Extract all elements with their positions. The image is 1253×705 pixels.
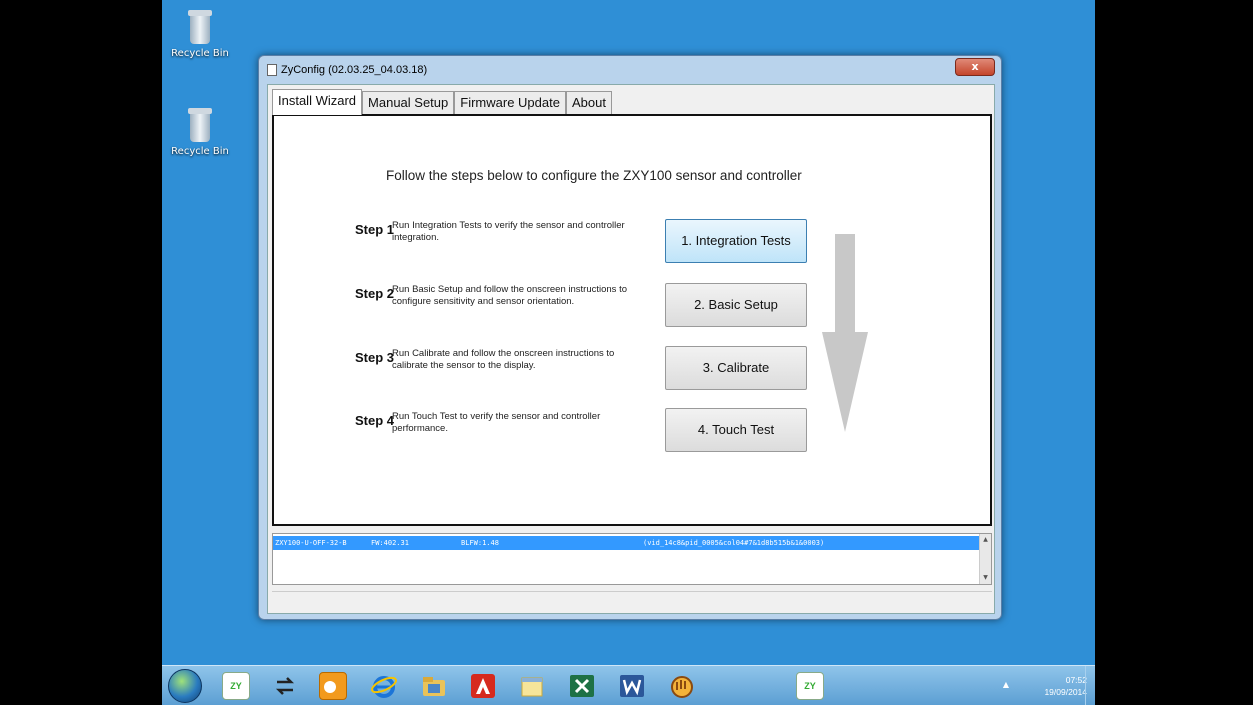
device-id: (vid_14c8&pid_0005&col04#7&1d8b515b&1&00… <box>643 539 825 547</box>
window-client-area: Install Wizard Manual Setup Firmware Upd… <box>267 84 995 614</box>
clock-date: 19/09/2014 <box>1044 687 1087 697</box>
tab-strip: Install Wizard Manual Setup Firmware Upd… <box>272 89 612 115</box>
device-firmware: FW:402.31 <box>371 539 409 547</box>
window-titlebar[interactable]: ZyConfig (02.03.25_04.03.18) x <box>259 56 1001 84</box>
scroll-up-icon[interactable]: ▲ <box>980 534 991 546</box>
device-list[interactable]: ZXY100-U-OFF-32-B FW:402.31 BLFW:1.48 (v… <box>272 533 992 585</box>
internet-explorer-icon[interactable] <box>370 672 398 700</box>
clock-time: 07:52 <box>1065 675 1087 685</box>
tray-expand-icon[interactable]: ▲ <box>1003 680 1009 689</box>
network-arrows-icon[interactable] <box>271 672 299 700</box>
step-3-label: Step 3 <box>355 350 395 365</box>
tab-manual-setup[interactable]: Manual Setup <box>362 91 455 115</box>
desktop-icon-label: Recycle Bin <box>171 146 229 157</box>
instruction-text: Follow the steps below to configure the … <box>386 168 802 183</box>
install-wizard-panel: Follow the steps below to configure the … <box>272 114 992 526</box>
notes-icon[interactable] <box>518 672 546 700</box>
tab-firmware-update[interactable]: Firmware Update <box>454 91 566 115</box>
zyconfig-window: ZyConfig (02.03.25_04.03.18) x Install W… <box>258 55 1002 620</box>
show-desktop-button[interactable] <box>1085 666 1095 705</box>
taskbar: ZY ZY ▲ 07:52 19/09/2014 <box>162 665 1095 705</box>
device-model: ZXY100-U-OFF-32-B <box>275 539 347 547</box>
status-bar <box>272 591 992 609</box>
step-2-label: Step 2 <box>355 286 395 301</box>
device-list-scrollbar[interactable]: ▲ ▼ <box>979 534 991 584</box>
step-2-description: Run Basic Setup and follow the onscreen … <box>392 284 627 307</box>
integration-tests-button[interactable]: 1. Integration Tests <box>665 219 807 263</box>
recycle-bin-empty-icon <box>185 108 215 144</box>
recycle-bin-full-icon <box>185 10 215 46</box>
start-orb-icon[interactable] <box>168 669 202 703</box>
step-1-label: Step 1 <box>355 222 395 237</box>
step-4-label: Step 4 <box>355 413 395 428</box>
app-icon <box>267 64 277 76</box>
touch-test-button[interactable]: 4. Touch Test <box>665 408 807 452</box>
desktop-icon-recycle-bin-empty[interactable]: Recycle Bin <box>162 108 238 157</box>
step-3-description: Run Calibrate and follow the onscreen in… <box>392 348 615 371</box>
file-explorer-icon[interactable] <box>420 672 448 700</box>
zyconfig-icon[interactable]: ZY <box>796 672 824 700</box>
scroll-down-icon[interactable]: ▼ <box>980 572 991 584</box>
down-arrow-icon <box>822 234 868 432</box>
step-1-description: Run Integration Tests to verify the sens… <box>392 220 625 243</box>
hand-icon[interactable] <box>668 672 696 700</box>
device-bootloader-firmware: BLFW:1.48 <box>461 539 499 547</box>
basic-setup-button[interactable]: 2. Basic Setup <box>665 283 807 327</box>
window-title: ZyConfig (02.03.25_04.03.18) <box>281 64 428 76</box>
close-button[interactable]: x <box>955 58 995 76</box>
word-icon[interactable] <box>618 672 646 700</box>
calibrate-button[interactable]: 3. Calibrate <box>665 346 807 390</box>
desktop-icon-label: Recycle Bin <box>171 48 229 59</box>
tab-about[interactable]: About <box>565 91 612 115</box>
desktop-icon-recycle-bin-full[interactable]: Recycle Bin <box>162 10 238 59</box>
device-row-selected[interactable]: ZXY100-U-OFF-32-B FW:402.31 BLFW:1.48 (v… <box>273 536 981 550</box>
acrobat-icon[interactable] <box>469 672 497 700</box>
step-4-description: Run Touch Test to verify the sensor and … <box>392 411 601 434</box>
excel-icon[interactable] <box>568 672 596 700</box>
zyconfig-icon[interactable]: ZY <box>222 672 250 700</box>
outlook-icon[interactable] <box>319 672 347 700</box>
clock[interactable]: 07:52 19/09/2014 <box>1044 674 1087 698</box>
desktop: Recycle Bin Recycle Bin ZyConfig (02.03.… <box>162 0 1095 705</box>
tab-install-wizard[interactable]: Install Wizard <box>272 89 363 115</box>
